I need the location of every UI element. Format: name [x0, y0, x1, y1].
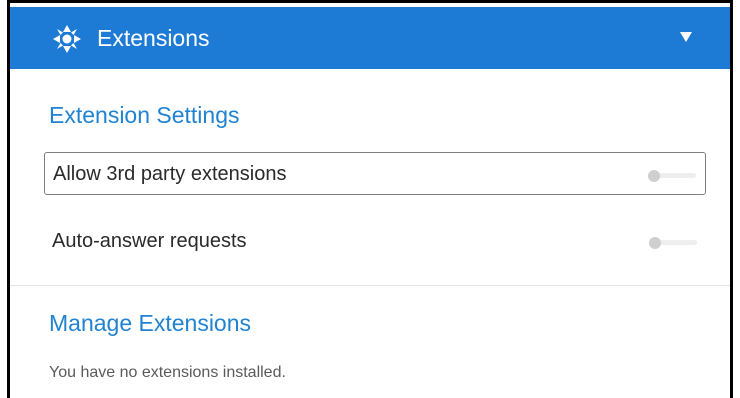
triangle-down-icon[interactable]	[679, 30, 693, 44]
no-extensions-message: You have no extensions installed.	[49, 364, 286, 381]
toggle-track	[654, 173, 696, 178]
toggle-track	[655, 240, 697, 245]
allow-3rd-party-row[interactable]: Allow 3rd party extensions	[44, 152, 706, 195]
toggle-knob	[648, 170, 660, 182]
panel-header[interactable]: Extensions	[10, 7, 730, 69]
extensions-compass-icon	[53, 25, 81, 53]
panel-title: Extensions	[97, 25, 210, 51]
allow-3rd-party-toggle[interactable]	[648, 170, 696, 182]
manage-extensions-heading: Manage Extensions	[49, 310, 252, 336]
section-divider	[10, 285, 730, 286]
extensions-panel: Extensions Extension Settings Allow 3rd …	[7, 0, 733, 398]
auto-answer-label: Auto-answer requests	[52, 230, 247, 252]
toggle-knob	[649, 237, 661, 249]
extension-settings-heading: Extension Settings	[49, 102, 240, 128]
auto-answer-row[interactable]: Auto-answer requests	[44, 220, 706, 263]
allow-3rd-party-label: Allow 3rd party extensions	[53, 163, 287, 185]
auto-answer-toggle[interactable]	[649, 237, 697, 249]
